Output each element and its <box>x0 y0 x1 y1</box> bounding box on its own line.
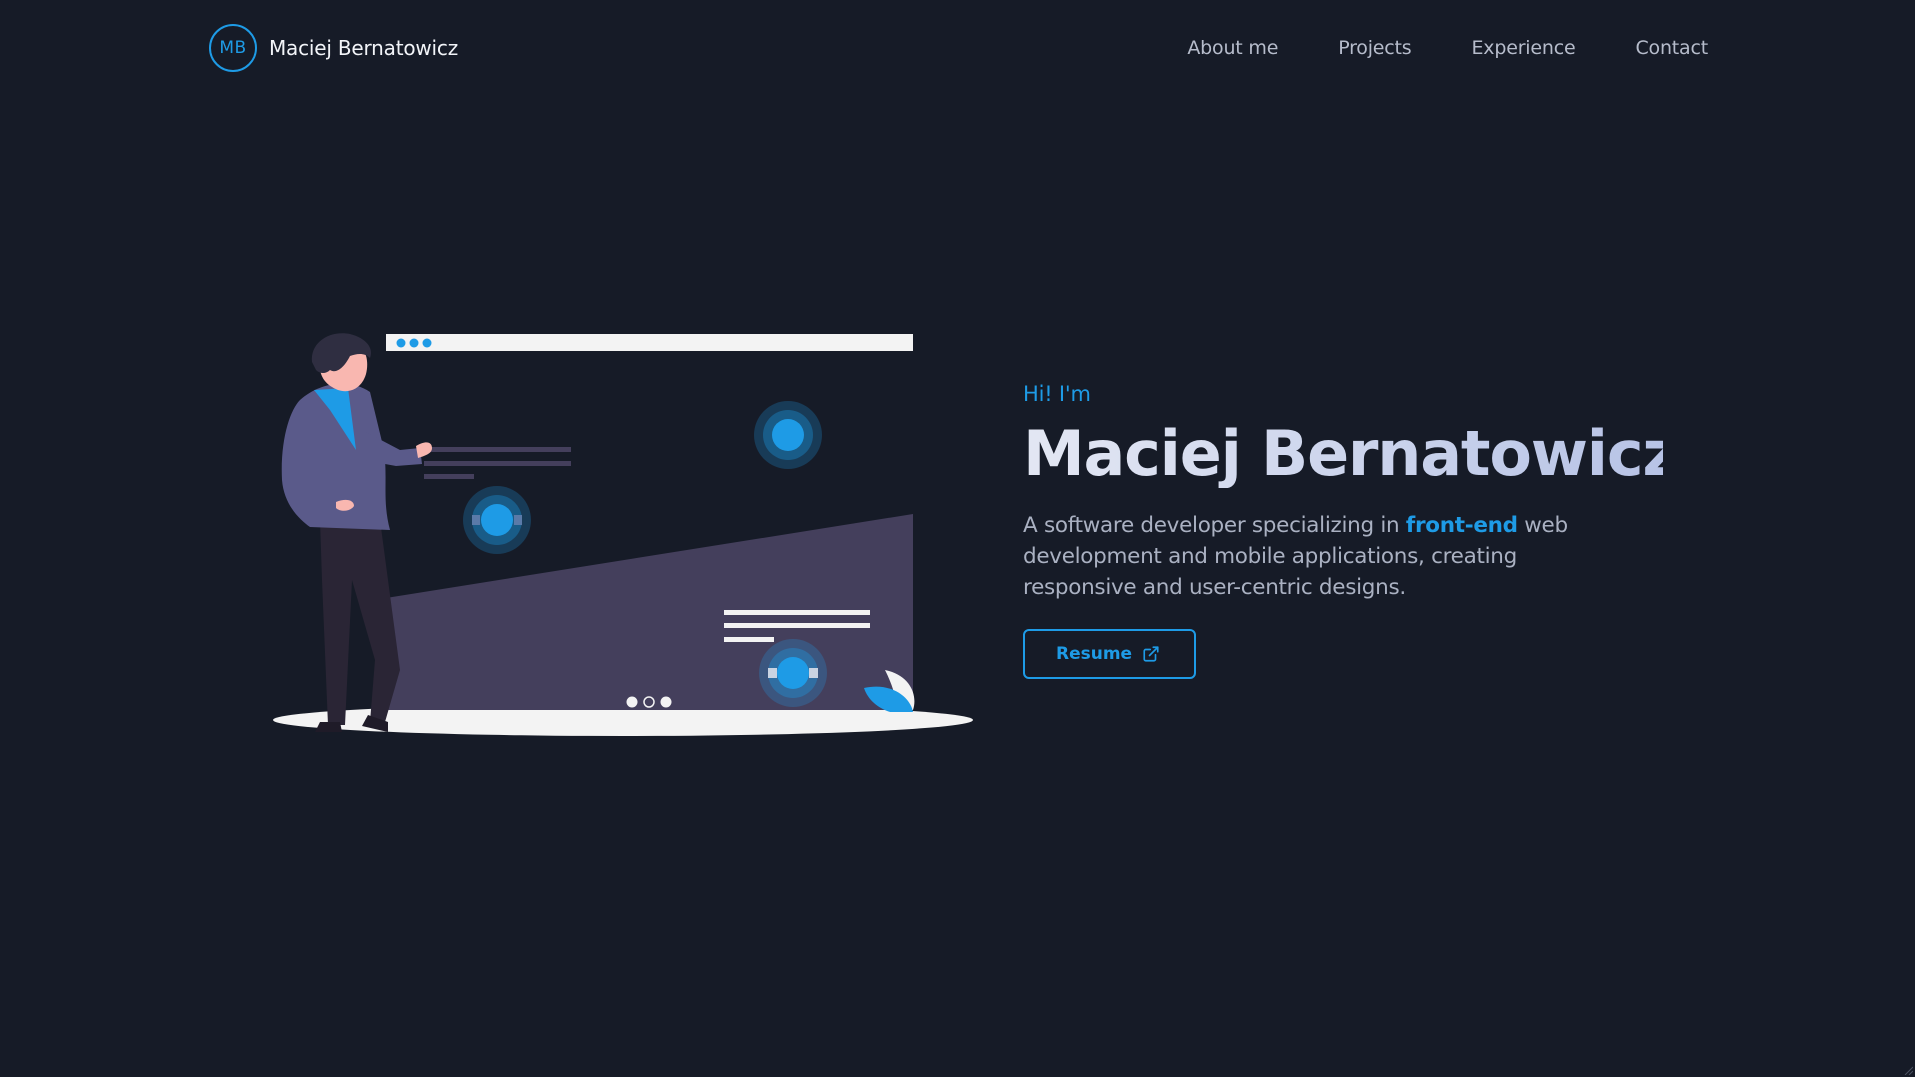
brand-name: Maciej Bernatowicz <box>269 36 458 60</box>
hero-section: Hi! I'm Maciej Bernatowicz A software de… <box>1023 382 1678 680</box>
nav-contact[interactable]: Contact <box>1635 37 1708 59</box>
resize-grip-icon <box>1904 1066 1913 1075</box>
description-start: A software developer specializing in <box>1023 513 1406 539</box>
hero-name: Maciej Bernatowicz <box>1023 417 1678 490</box>
presenter-illustration <box>273 333 973 736</box>
site-header: MB Maciej Bernatowicz About me Projects … <box>0 0 1915 96</box>
browser-bar <box>386 334 913 351</box>
hero-illustration <box>270 330 990 740</box>
logo-badge: MB <box>209 24 257 72</box>
nav-projects[interactable]: Projects <box>1338 37 1412 59</box>
nav-about-me[interactable]: About me <box>1187 37 1278 59</box>
brand-home-link[interactable]: MB Maciej Bernatowicz <box>209 24 458 72</box>
description-highlight: front-end <box>1405 513 1518 539</box>
resume-label: Resume <box>1056 644 1133 665</box>
page: MB Maciej Bernatowicz About me Projects … <box>0 0 1915 1077</box>
resume-button[interactable]: Resume <box>1023 629 1197 680</box>
hero-greeting: Hi! I'm <box>1023 382 1091 406</box>
hero-description: A software developer specializing in fro… <box>1023 510 1633 603</box>
nav-experience[interactable]: Experience <box>1472 37 1576 59</box>
external-link-icon <box>1143 646 1159 662</box>
main-nav: About me Projects Experience Contact <box>1187 30 1708 66</box>
